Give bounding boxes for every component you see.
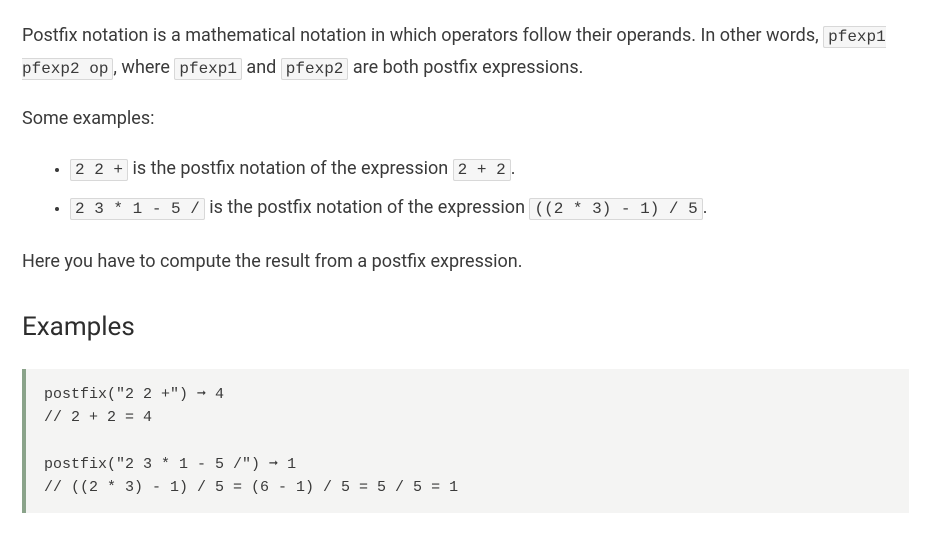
list-item: 2 2 + is the postfix notation of the exp…: [70, 153, 909, 185]
examples-list: 2 2 + is the postfix notation of the exp…: [22, 153, 909, 224]
example-mid-text: is the postfix notation of the expressio…: [128, 158, 453, 179]
example-mid-text: is the postfix notation of the expressio…: [205, 197, 530, 218]
examples-heading: Examples: [22, 304, 909, 351]
intro-text-1: Postfix notation is a mathematical notat…: [22, 25, 823, 46]
example-tail: .: [703, 197, 708, 218]
intro-paragraph: Postfix notation is a mathematical notat…: [22, 20, 909, 85]
intro-code-2: pfexp1: [174, 58, 242, 80]
example-infix-code: 2 + 2: [453, 159, 511, 181]
intro-text-3: and: [242, 57, 281, 78]
intro-text-4: are both postfix expressions.: [348, 57, 583, 78]
code-block: postfix("2 2 +") ➞ 4 // 2 + 2 = 4 postfi…: [22, 369, 909, 513]
some-examples-label: Some examples:: [22, 103, 909, 135]
example-infix-code: ((2 * 3) - 1) / 5: [529, 198, 702, 220]
example-postfix-code: 2 2 +: [70, 159, 128, 181]
example-postfix-code: 2 3 * 1 - 5 /: [70, 198, 205, 220]
list-item: 2 3 * 1 - 5 / is the postfix notation of…: [70, 192, 909, 224]
task-line: Here you have to compute the result from…: [22, 246, 909, 278]
example-tail: .: [511, 158, 516, 179]
intro-code-3: pfexp2: [281, 58, 349, 80]
intro-text-2: , where: [113, 57, 174, 78]
